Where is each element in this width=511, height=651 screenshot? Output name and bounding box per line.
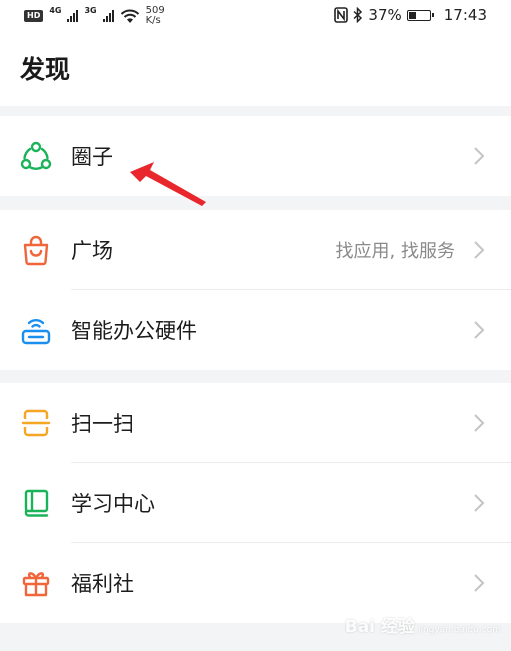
battery-fill — [408, 11, 416, 19]
hd-badge: HD — [24, 10, 44, 22]
chevron-right-icon — [474, 147, 485, 165]
network-speed: 509 K/s — [146, 6, 165, 26]
network-label-2: 3G — [84, 6, 97, 15]
watermark-text: Bai 经验 — [344, 617, 415, 637]
chevron-right-icon — [474, 494, 485, 512]
menu-item-scan[interactable]: 扫一扫 — [0, 383, 511, 463]
menu-item-hint: 找应用, 找服务 — [335, 241, 455, 262]
group-plaza: 广场 找应用, 找服务 智能办公硬件 — [0, 210, 511, 370]
battery-percent: 37% — [368, 6, 402, 24]
battery-icon — [406, 9, 434, 21]
watermark-sub: jingyan.baidu.com — [417, 625, 501, 635]
status-left: HD 4G 3G 509 K/s — [24, 6, 165, 26]
signal-icon-2 — [102, 10, 114, 22]
menu-item-learning[interactable]: 学习中心 — [0, 463, 511, 543]
status-right: 37% 17:43 — [334, 6, 487, 24]
menu-item-circles[interactable]: 圈子 — [0, 116, 511, 196]
network-label-1: 4G — [49, 6, 62, 15]
chevron-right-icon — [474, 241, 485, 259]
menu-item-label: 圈子 — [71, 145, 113, 169]
menu-item-label: 学习中心 — [71, 492, 155, 516]
menu-item-label: 福利社 — [71, 572, 134, 596]
clock: 17:43 — [443, 6, 487, 24]
signal-icon — [67, 10, 79, 22]
status-bar: HD 4G 3G 509 K/s 37% 17:43 — [0, 0, 511, 34]
nfc-icon — [334, 7, 349, 23]
menu-item-plaza[interactable]: 广场 找应用, 找服务 — [0, 210, 511, 290]
speed-unit: K/s — [145, 15, 161, 26]
group-tools: 扫一扫 学习中心 福利社 — [0, 383, 511, 623]
gift-icon — [22, 572, 50, 597]
annotation-arrow-icon — [130, 162, 206, 206]
smart-device-icon — [21, 318, 51, 345]
wifi-icon — [120, 9, 139, 23]
menu-item-label: 扫一扫 — [71, 412, 134, 436]
bluetooth-icon — [353, 7, 363, 23]
menu-item-smart-office[interactable]: 智能办公硬件 — [0, 290, 511, 370]
chevron-right-icon — [474, 321, 485, 339]
page-title: 发现 — [20, 55, 71, 84]
scan-icon — [21, 409, 51, 437]
book-icon — [24, 489, 49, 517]
header-area: HD 4G 3G 509 K/s 37% 17:43 发现 — [0, 0, 511, 106]
chevron-right-icon — [474, 574, 485, 592]
watermark: Bai 经验 jingyan.baidu.com — [345, 612, 501, 637]
menu-item-welfare[interactable]: 福利社 — [0, 543, 511, 623]
chevron-right-icon — [474, 414, 485, 432]
group-circles: 圈子 — [0, 116, 511, 196]
circle-group-icon — [20, 141, 52, 170]
menu-item-label: 智能办公硬件 — [71, 319, 197, 343]
menu-item-label: 广场 — [71, 239, 113, 263]
shopping-bag-icon — [23, 235, 49, 266]
